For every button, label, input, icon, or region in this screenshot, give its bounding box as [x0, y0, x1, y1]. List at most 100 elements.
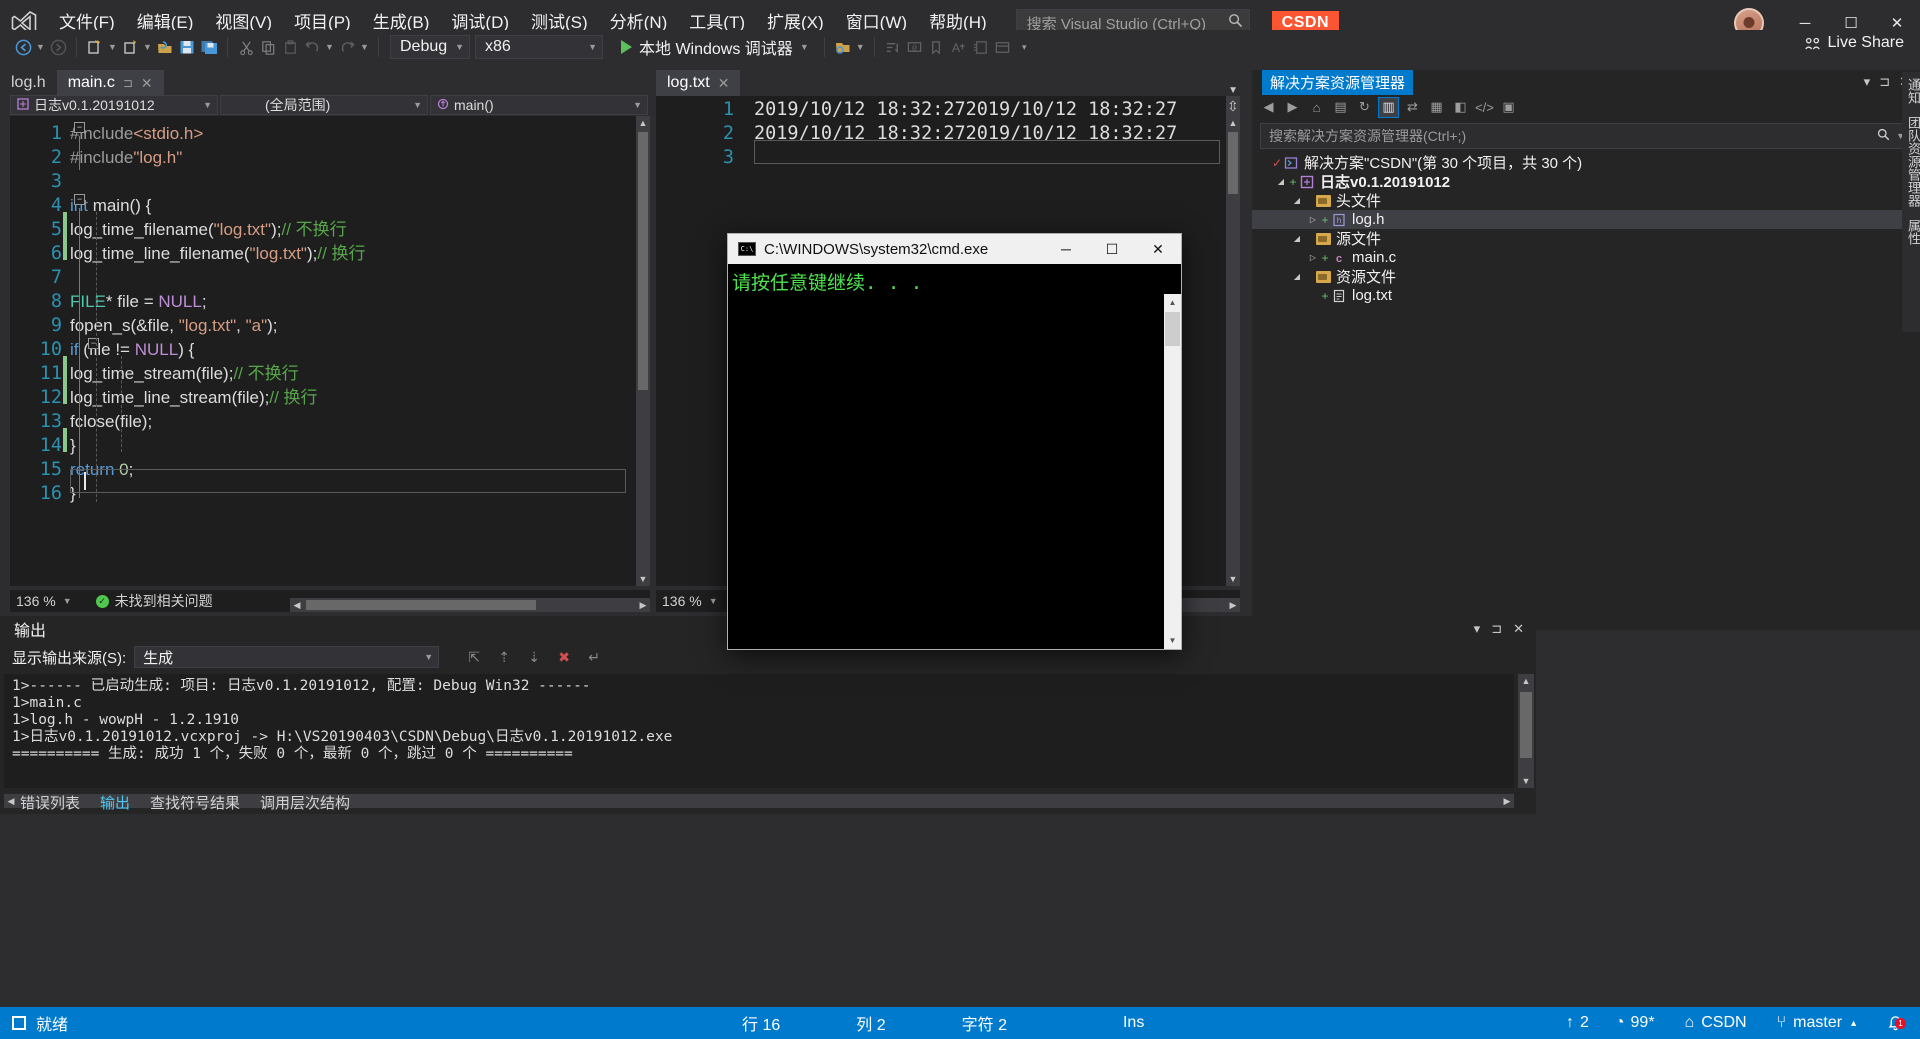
- navbar-scope-combo[interactable]: (全局范围) ▼: [220, 95, 428, 115]
- expanded-twisty-icon[interactable]: ◢: [1290, 272, 1304, 281]
- scroll-up-icon[interactable]: ▲: [1164, 294, 1181, 311]
- editor-zoom-combo[interactable]: 136 % ▼: [10, 593, 72, 609]
- scroll-down-icon[interactable]: ▼: [636, 572, 650, 586]
- pin-icon[interactable]: ⊐: [1491, 621, 1502, 637]
- chevron-down-icon[interactable]: ▼: [800, 42, 809, 52]
- scroll-left-icon[interactable]: ◀: [290, 598, 304, 612]
- solution-tree-item[interactable]: ◢ 源文件: [1252, 229, 1920, 248]
- new-item-icon[interactable]: [119, 35, 141, 59]
- search-icon[interactable]: [1877, 128, 1890, 144]
- cmd-close-button[interactable]: ✕: [1135, 234, 1181, 264]
- code-line[interactable]: log_time_line_stream(file);// 换行: [70, 386, 318, 410]
- solution-tree-item[interactable]: ◢ + 日志v0.1.20191012: [1252, 172, 1920, 191]
- code-line[interactable]: #include<stdio.h>: [70, 122, 203, 146]
- navbar-project-combo[interactable]: 日志v0.1.20191012 ▼: [10, 95, 218, 115]
- new-item-dropdown-icon[interactable]: ▼: [141, 35, 154, 59]
- log-line[interactable]: 2019/10/12 18:32:272019/10/12 18:32:27: [754, 98, 1177, 122]
- cmd-scroll-thumb[interactable]: [1165, 312, 1180, 346]
- scroll-right-icon[interactable]: ▶: [1226, 598, 1240, 612]
- scroll-up-icon[interactable]: ▲: [1518, 674, 1534, 688]
- scroll-down-icon[interactable]: ▼: [1164, 632, 1181, 649]
- close-icon[interactable]: ✕: [1513, 621, 1524, 637]
- cmd-minimize-button[interactable]: ─: [1043, 234, 1089, 264]
- forward-icon[interactable]: ▶: [1282, 97, 1303, 118]
- tab-output[interactable]: 输出: [90, 790, 140, 815]
- chevron-down-icon[interactable]: ▾: [1474, 621, 1481, 637]
- close-icon[interactable]: ✕: [141, 75, 153, 92]
- code-line[interactable]: log_time_stream(file);// 不换行: [70, 362, 299, 386]
- save-all-icon[interactable]: [198, 35, 220, 59]
- tab-log-h[interactable]: log.h: [0, 70, 57, 96]
- solution-tree-item[interactable]: ▷ + c main.c: [1252, 248, 1920, 267]
- output-vertical-scrollbar[interactable]: ▲ ▼: [1518, 674, 1534, 788]
- refresh-icon[interactable]: ↻: [1354, 97, 1375, 118]
- collapsed-twisty-icon[interactable]: ▷: [1306, 253, 1320, 262]
- solution-platform-combo[interactable]: x86 ▼: [475, 35, 603, 59]
- clear-all-icon[interactable]: ✖: [553, 646, 575, 668]
- scroll-right-icon[interactable]: ▶: [636, 598, 650, 612]
- code-editor-main-c[interactable]: 1 #include<stdio.h> 2 #include"log.h" 3 4 int …: [10, 116, 650, 586]
- issue-indicator[interactable]: ✓ 未找到相关问题: [95, 591, 213, 611]
- save-all-icon[interactable]: ▤: [1330, 97, 1351, 118]
- start-debugging-button[interactable]: 本地 Windows 调试器 ▼: [613, 34, 817, 60]
- live-share-button[interactable]: Live Share: [1804, 34, 1904, 52]
- log-zoom-combo[interactable]: 136 % ▼: [656, 593, 718, 609]
- designer-view-icon[interactable]: ▣: [1498, 97, 1519, 118]
- new-project-dropdown-icon[interactable]: ▼: [106, 35, 119, 59]
- preview-icon[interactable]: ◧: [1450, 97, 1471, 118]
- solution-tree-item[interactable]: ▷ + h log.h: [1252, 210, 1920, 229]
- save-icon[interactable]: [176, 35, 198, 59]
- expanded-twisty-icon[interactable]: ◢: [1290, 196, 1304, 205]
- status-publish-group[interactable]: ↑ 2: [1566, 1014, 1589, 1032]
- split-view-icon[interactable]: ⇳: [1227, 98, 1239, 115]
- log-vertical-scrollbar[interactable]: ⇳ ▲ ▼: [1226, 96, 1240, 586]
- notifications-button[interactable]: 1: [1882, 1015, 1908, 1032]
- editor-horizontal-scrollbar[interactable]: ◀ ▶: [290, 598, 650, 612]
- close-icon[interactable]: ✕: [718, 75, 730, 92]
- expanded-twisty-icon[interactable]: ◢: [1290, 234, 1304, 243]
- output-text-area[interactable]: 1>------ 已启动生成: 项目: 日志v0.1.20191012, 配置:…: [4, 674, 1514, 788]
- dock-tab-team-explorer[interactable]: 团队资源管理器: [1902, 110, 1920, 213]
- chevron-down-icon[interactable]: ▾: [1864, 74, 1871, 90]
- code-line[interactable]: FILE* file = NULL;: [70, 290, 207, 314]
- collapse-all-icon[interactable]: ⇄: [1402, 97, 1423, 118]
- collapsed-twisty-icon[interactable]: ▷: [1306, 215, 1320, 224]
- code-line[interactable]: #include"log.h": [70, 146, 182, 170]
- attach-dropdown-icon[interactable]: ▼: [854, 35, 867, 59]
- properties-icon[interactable]: ▦: [1426, 97, 1447, 118]
- scroll-down-icon[interactable]: ▼: [1518, 774, 1534, 788]
- solution-tree-item[interactable]: ◢ 头文件: [1252, 191, 1920, 210]
- open-file-icon[interactable]: [154, 35, 176, 59]
- dock-tab-notifications[interactable]: 通知: [1902, 72, 1920, 110]
- cmd-title-bar[interactable]: C:\ C:\WINDOWS\system32\cmd.exe ─ ☐ ✕: [728, 234, 1181, 264]
- tab-call-hierarchy[interactable]: 调用层次结构: [250, 790, 360, 815]
- solution-tree-item[interactable]: ◢ 资源文件: [1252, 267, 1920, 286]
- tab-main-c[interactable]: main.c ⊐ ✕: [56, 70, 164, 96]
- scroll-down-icon[interactable]: ▼: [1226, 572, 1240, 586]
- editor-hscroll-thumb[interactable]: [306, 600, 536, 610]
- new-project-icon[interactable]: [84, 35, 106, 59]
- dock-tab-properties[interactable]: 属性: [1902, 213, 1920, 251]
- toggle-word-wrap-icon[interactable]: ↵: [583, 646, 605, 668]
- expanded-twisty-icon[interactable]: ◢: [1274, 177, 1288, 186]
- code-view-icon[interactable]: </>: [1474, 97, 1495, 118]
- solution-tree-item[interactable]: + log.txt: [1252, 286, 1920, 305]
- code-line[interactable]: fopen_s(&file, "log.txt", "a");: [70, 314, 278, 338]
- tab-find-symbol-results[interactable]: 查找符号结果: [140, 790, 250, 815]
- solution-tree-item[interactable]: ✓ 解决方案"CSDN"(第 30 个项目，共 30 个): [1252, 153, 1920, 172]
- navigate-back-icon[interactable]: [12, 35, 34, 59]
- code-line[interactable]: fclose(file);: [70, 410, 152, 434]
- attach-process-icon[interactable]: [832, 35, 854, 59]
- solution-explorer-search-input[interactable]: 搜索解决方案资源管理器(Ctrl+;) ▼: [1260, 123, 1912, 149]
- fold-toggle-icon[interactable]: −: [74, 122, 85, 133]
- editor-scroll-thumb[interactable]: [638, 132, 648, 390]
- show-all-files-icon[interactable]: ▥: [1378, 96, 1399, 118]
- scroll-up-icon[interactable]: ▲: [636, 116, 650, 130]
- scroll-up-icon[interactable]: ▲: [1226, 116, 1240, 130]
- log-scroll-thumb[interactable]: [1228, 132, 1238, 194]
- output-scroll-thumb[interactable]: [1520, 692, 1532, 758]
- tab-overflow-icon[interactable]: ▼: [1228, 85, 1248, 96]
- status-repo-group[interactable]: ⌂ CSDN: [1685, 1014, 1747, 1032]
- cmd-maximize-button[interactable]: ☐: [1089, 234, 1135, 264]
- solution-configuration-combo[interactable]: Debug ▼: [390, 35, 470, 59]
